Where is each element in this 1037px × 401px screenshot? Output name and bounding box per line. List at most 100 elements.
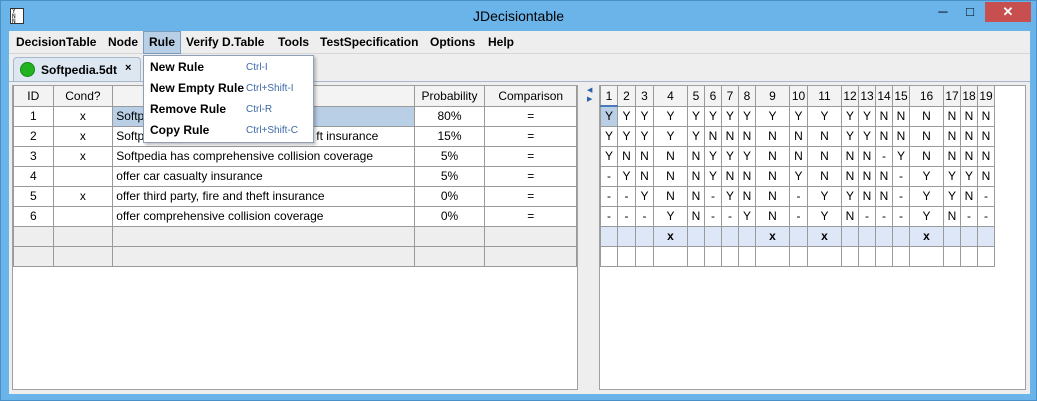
tab-softpedia[interactable]: Softpedia.5dt × bbox=[13, 57, 141, 81]
rule-mark-cell[interactable] bbox=[892, 225, 910, 247]
col-header-comparison[interactable]: Comparison bbox=[484, 86, 577, 107]
rule-cell[interactable]: N bbox=[875, 105, 893, 127]
rule-cell[interactable]: N bbox=[943, 125, 961, 147]
rule-row[interactable]: YYYYYYYYYYYYYNNNNNN bbox=[600, 105, 995, 127]
rule-mark-cell[interactable] bbox=[704, 225, 722, 247]
rule-mark-cell[interactable]: x bbox=[755, 225, 790, 247]
rule-cell[interactable]: Y bbox=[687, 105, 705, 127]
menu-options[interactable]: Options bbox=[425, 31, 480, 54]
empty-cell[interactable] bbox=[112, 225, 415, 247]
table-row[interactable]: 6 offer comprehensive collision coverage… bbox=[13, 205, 577, 227]
rule-header[interactable]: 4 bbox=[653, 86, 688, 107]
rule-cell[interactable]: N bbox=[892, 125, 910, 147]
rule-cell[interactable]: N bbox=[738, 125, 756, 147]
rule-cell[interactable]: Y bbox=[600, 125, 618, 147]
rule-cell[interactable]: N bbox=[841, 205, 859, 227]
rule-cell[interactable]: - bbox=[892, 185, 910, 207]
rule-mark-cell[interactable] bbox=[960, 225, 978, 247]
rule-cell[interactable]: N bbox=[635, 165, 654, 187]
close-button[interactable]: ✕ bbox=[985, 2, 1031, 22]
table-row[interactable]: 4 offer car casualty insurance 5% = bbox=[13, 165, 577, 187]
split-divider[interactable]: ◀ ▶ bbox=[584, 85, 596, 390]
rule-cell[interactable]: Y bbox=[909, 185, 944, 207]
rule-cell[interactable]: N bbox=[943, 145, 961, 167]
rule-cell[interactable]: N bbox=[721, 165, 739, 187]
rule-header[interactable]: 5 bbox=[687, 86, 705, 107]
rule-cell[interactable]: N bbox=[892, 105, 910, 127]
rule-header[interactable]: 18 bbox=[960, 86, 978, 107]
rule-mark-cell[interactable] bbox=[858, 225, 876, 247]
rule-cell[interactable]: N bbox=[960, 185, 978, 207]
row-cond[interactable] bbox=[52, 205, 114, 227]
rule-cell[interactable]: Y bbox=[841, 125, 859, 147]
rule-cell[interactable]: Y bbox=[721, 145, 739, 167]
collapse-left-arrow-icon[interactable]: ◀ bbox=[587, 87, 592, 94]
rule-mark-cell[interactable] bbox=[687, 225, 705, 247]
row-id[interactable]: 2 bbox=[13, 125, 54, 147]
rule-cell[interactable]: Y bbox=[943, 185, 961, 207]
rule-cell[interactable]: Y bbox=[858, 125, 876, 147]
row-comparison[interactable]: = bbox=[484, 105, 577, 127]
row-probability[interactable]: 0% bbox=[413, 185, 486, 207]
rule-cell[interactable]: N bbox=[875, 125, 893, 147]
row-comparison[interactable]: = bbox=[484, 125, 577, 147]
row-cond[interactable]: x bbox=[52, 185, 114, 207]
empty-cell[interactable] bbox=[909, 245, 944, 267]
rule-cell[interactable]: Y bbox=[892, 145, 910, 167]
tab-close-icon[interactable]: × bbox=[125, 62, 131, 74]
rule-cell[interactable]: N bbox=[755, 145, 790, 167]
col-header-probability[interactable]: Probability bbox=[413, 86, 486, 107]
empty-cell[interactable] bbox=[789, 245, 808, 267]
empty-cell[interactable] bbox=[721, 245, 739, 267]
rule-header[interactable]: 19 bbox=[977, 86, 995, 107]
rule-cell[interactable]: N bbox=[858, 165, 876, 187]
empty-row[interactable] bbox=[13, 225, 577, 247]
menu-item-new-rule[interactable]: New Rule Ctrl-I bbox=[144, 57, 313, 78]
menu-tools[interactable]: Tools bbox=[273, 31, 314, 54]
rule-cell[interactable]: N bbox=[960, 105, 978, 127]
rule-cell[interactable]: - bbox=[875, 145, 893, 167]
empty-cell[interactable] bbox=[413, 225, 486, 247]
rule-cell[interactable]: Y bbox=[841, 185, 859, 207]
row-probability[interactable]: 5% bbox=[413, 145, 486, 167]
rule-cell[interactable]: N bbox=[755, 125, 790, 147]
rule-cell[interactable]: Y bbox=[909, 205, 944, 227]
empty-cell[interactable] bbox=[687, 245, 705, 267]
rule-cell[interactable]: - bbox=[789, 205, 808, 227]
rule-cell[interactable]: - bbox=[600, 165, 618, 187]
empty-row[interactable] bbox=[600, 245, 995, 267]
rule-cell[interactable]: Y bbox=[600, 145, 618, 167]
rule-cell[interactable]: Y bbox=[687, 125, 705, 147]
rule-cell[interactable]: N bbox=[943, 105, 961, 127]
rule-cell[interactable]: N bbox=[789, 125, 808, 147]
rule-cell[interactable]: N bbox=[687, 205, 705, 227]
rule-cell[interactable]: Y bbox=[841, 105, 859, 127]
row-cond[interactable] bbox=[52, 165, 114, 187]
row-text[interactable]: Softpedia has comprehensive collision co… bbox=[112, 145, 415, 167]
empty-cell[interactable] bbox=[704, 245, 722, 267]
rule-row[interactable]: ---YN--YN-YN---YN-- bbox=[600, 205, 995, 227]
rule-cell[interactable]: Y bbox=[617, 105, 636, 127]
rule-row[interactable]: -YNNNYNNNYNNNN-YYYN bbox=[600, 165, 995, 187]
rule-cell[interactable]: N bbox=[738, 185, 756, 207]
rule-header[interactable]: 12 bbox=[841, 86, 859, 107]
rule-header[interactable]: 13 bbox=[858, 86, 876, 107]
empty-cell[interactable] bbox=[960, 245, 978, 267]
empty-cell[interactable] bbox=[600, 245, 618, 267]
rule-cell[interactable]: N bbox=[977, 125, 995, 147]
rule-cell[interactable]: Y bbox=[721, 105, 739, 127]
rule-mark-cell[interactable]: x bbox=[807, 225, 842, 247]
rule-cell[interactable]: - bbox=[858, 205, 876, 227]
empty-cell[interactable] bbox=[617, 245, 636, 267]
rule-cell[interactable]: N bbox=[909, 105, 944, 127]
rule-cell[interactable]: N bbox=[755, 165, 790, 187]
row-id[interactable]: 4 bbox=[13, 165, 54, 187]
rule-row[interactable]: YNNNNYYYNNNNN-YNNNN bbox=[600, 145, 995, 167]
col-header-cond[interactable]: Cond? bbox=[52, 86, 114, 107]
row-text[interactable]: offer car casualty insurance bbox=[112, 165, 415, 187]
row-probability[interactable]: 0% bbox=[413, 205, 486, 227]
rule-cell[interactable]: Y bbox=[960, 165, 978, 187]
rule-cell[interactable]: - bbox=[600, 185, 618, 207]
rule-header[interactable]: 2 bbox=[617, 86, 636, 107]
empty-cell[interactable] bbox=[484, 245, 577, 267]
